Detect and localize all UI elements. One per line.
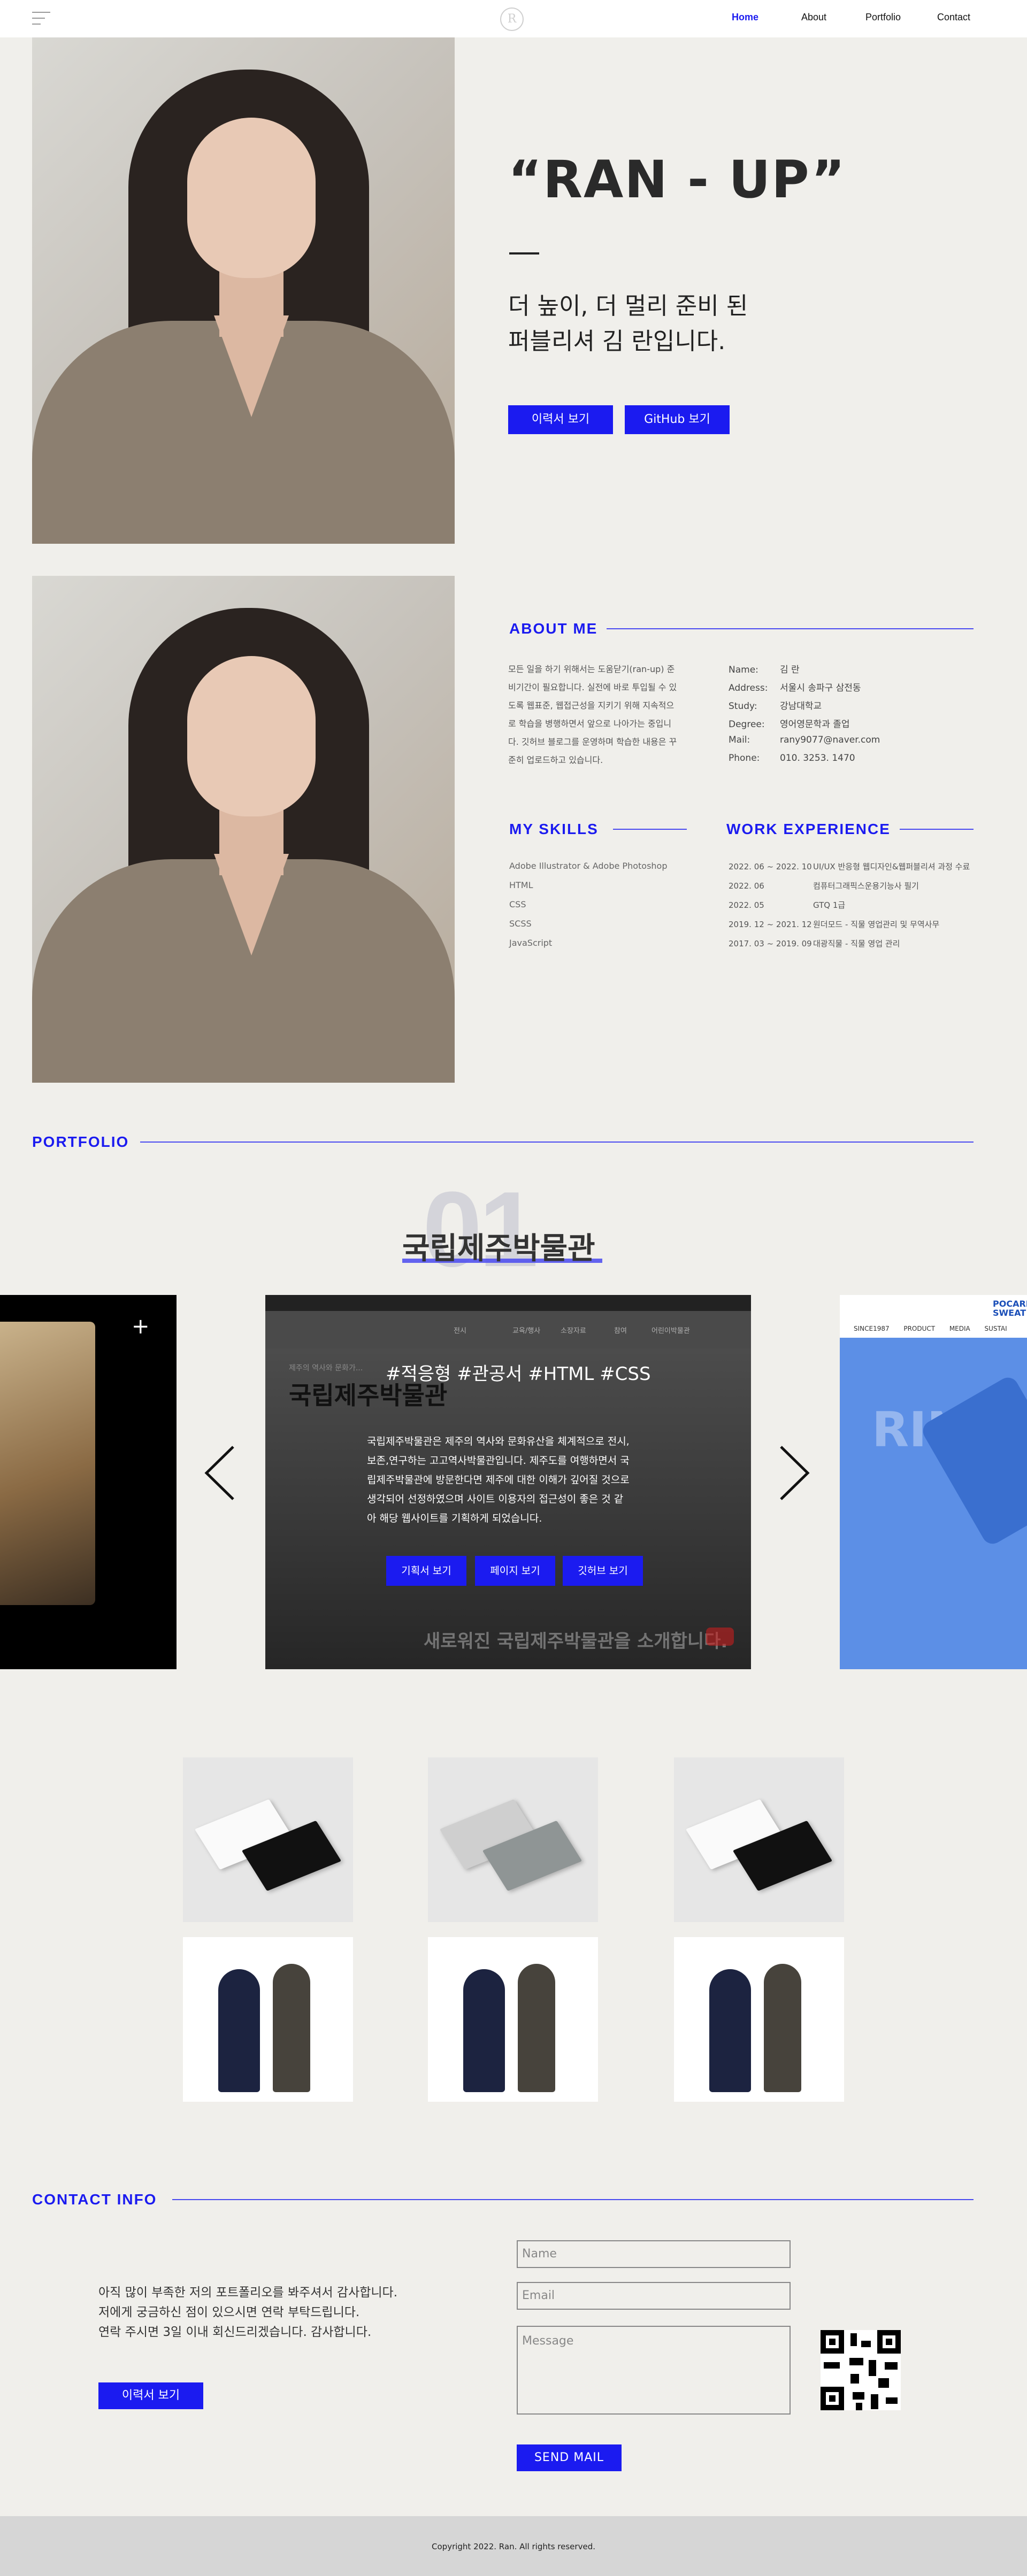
portfolio-title-line [140, 1142, 974, 1143]
about-text: 모든 일을 하기 위해서는 도움닫기(ran-up) 준 비기간이 필요합니다. … [508, 664, 677, 765]
nav-portfolio[interactable]: Portfolio [865, 12, 901, 23]
skills-title-line [613, 829, 687, 830]
info-study: Study: 강남대학교 [729, 701, 822, 712]
hamburger-menu-icon[interactable] [32, 12, 50, 27]
work-title-line [900, 829, 974, 830]
work-item: 2022. 06 컴퓨터그래픽스운용기능사 필기 [729, 881, 919, 891]
contact-resume-button[interactable]: 이력서 보기 [98, 2382, 203, 2409]
carousel-next-slide[interactable]: SINCE1987 PRODUCT MEDIA SUSTAI POCARI SW… [840, 1295, 1027, 1669]
skill-item: CSS [509, 899, 526, 909]
view-plan-button[interactable]: 기획서 보기 [386, 1556, 466, 1586]
info-phone: Phone: 010. 3253. 1470 [729, 753, 855, 763]
send-mail-button[interactable]: SEND MAIL [517, 2444, 622, 2471]
contact-title-line [172, 2199, 974, 2200]
message-textarea[interactable]: Message [517, 2326, 791, 2415]
project-tags: #적응형 #관공서 #HTML #CSS [386, 1363, 651, 1385]
info-mail: Mail: rany9077@naver.com [729, 735, 880, 745]
info-address: Address: 서울시 송파구 삼전동 [729, 683, 861, 693]
info-degree: Degree: 영어영문학과 졸업 [729, 719, 850, 730]
info-name: Name: 김 란 [729, 665, 800, 675]
skills-title: MY SKILLS [509, 821, 599, 837]
email-input[interactable]: Email [517, 2282, 791, 2310]
qr-code-icon [821, 2330, 901, 2410]
hero-subtitle: 더 높이, 더 멀리 준비 된 퍼블리셔 김 란입니다. [508, 292, 748, 355]
hero-github-button[interactable]: GitHub 보기 [625, 405, 730, 434]
view-github-button[interactable]: 깃허브 보기 [563, 1556, 643, 1586]
project-description: 국립제주박물관은 제주의 역사와 문화유산을 체계적으로 전시, 보존,연구하는 … [367, 1436, 630, 1524]
contact-text: 아직 많이 부족한 저의 포트폴리오를 봐주셔서 감사합니다. 저에게 궁금하신… [98, 2286, 398, 2339]
project-title: 국립제주박물관 [402, 1231, 595, 1266]
name-input[interactable]: Name [517, 2240, 791, 2268]
work-item: 2022. 05 GTQ 1급 [729, 900, 846, 910]
character-illustration[interactable] [674, 1937, 844, 2102]
copyright-text: Copyright 2022. Ran. All rights reserved… [432, 2542, 595, 2551]
nav-home[interactable]: Home [732, 12, 758, 23]
carousel-prev-arrow-icon[interactable] [202, 1444, 240, 1502]
view-page-button[interactable]: 페이지 보기 [475, 1556, 555, 1586]
site-header: R Home About Portfolio Contact [0, 0, 1027, 37]
about-title: ABOUT ME [509, 620, 598, 637]
hero-divider [509, 252, 539, 254]
skill-item: JavaScript [509, 938, 553, 948]
youtube-icon [706, 1628, 734, 1646]
character-illustration[interactable] [428, 1937, 598, 2102]
skill-item: Adobe Illustrator & Adobe Photoshop [509, 861, 668, 871]
business-card-design[interactable] [183, 1757, 353, 1922]
work-item: 2019. 12 ~ 2021. 12 원더모드 - 직물 영업관리 및 무역사무 [729, 920, 940, 929]
carousel-next-arrow-icon[interactable] [775, 1444, 812, 1502]
logo[interactable]: R [500, 7, 524, 31]
work-item: 2022. 06 ~ 2022. 10 UI/UX 반응형 웹디자인&웹퍼블리셔 … [729, 862, 970, 871]
product-can-image [919, 1374, 1027, 1548]
hero-resume-button[interactable]: 이력서 보기 [508, 405, 613, 434]
about-title-line [607, 628, 974, 629]
contact-title: CONTACT INFO [32, 2191, 157, 2208]
fashion-photo [0, 1322, 95, 1605]
carousel-prev-slide[interactable]: + [0, 1295, 177, 1669]
skill-item: SCSS [509, 919, 532, 929]
work-item: 2017. 03 ~ 2019. 09 대광직물 - 직물 영업 관리 [729, 939, 900, 948]
skill-item: HTML [509, 880, 533, 890]
business-card-design[interactable] [428, 1757, 598, 1922]
nav-contact[interactable]: Contact [937, 12, 970, 23]
hero-portrait-photo [32, 37, 455, 544]
hero-title: “RAN - UP” [508, 150, 846, 210]
carousel-active-slide: 전시 교육/행사 소장자료 참여 어린이박물관 제주의 역사와 문화가... 국… [265, 1295, 751, 1669]
plus-icon[interactable]: + [132, 1314, 150, 1339]
character-illustration[interactable] [183, 1937, 353, 2102]
brand-logo: POCARI SWEAT [993, 1299, 1027, 1318]
portfolio-title: PORTFOLIO [32, 1133, 129, 1150]
business-card-design[interactable] [674, 1757, 844, 1922]
about-portrait-photo [32, 576, 455, 1083]
site-footer: Copyright 2022. Ran. All rights reserved… [0, 2516, 1027, 2576]
nav-about[interactable]: About [801, 12, 826, 23]
work-title: WORK EXPERIENCE [726, 821, 891, 837]
